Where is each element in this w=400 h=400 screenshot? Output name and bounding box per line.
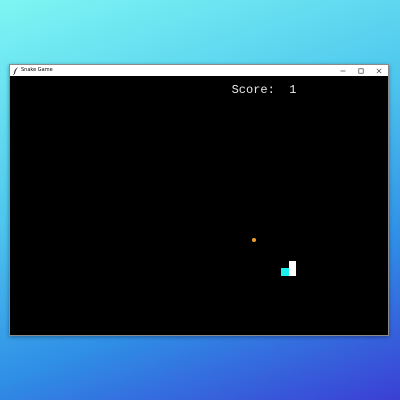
window-title: Snake Game — [21, 67, 53, 73]
snake-tail-segment — [289, 268, 296, 276]
minimize-icon — [340, 70, 346, 71]
maximize-button[interactable] — [352, 65, 370, 76]
minimize-button[interactable] — [334, 65, 352, 76]
snake-game-window: Snake Game Score: 1 — [9, 64, 389, 336]
food-pellet — [252, 238, 256, 242]
snake-body-segment — [281, 268, 289, 276]
close-button[interactable] — [370, 65, 388, 76]
desktop: { "window": { "title": "Snake Game", "ic… — [0, 0, 400, 400]
title-bar[interactable]: Snake Game — [10, 65, 388, 76]
window-controls — [334, 65, 388, 76]
maximize-icon — [358, 68, 364, 74]
score-display: Score: 1 — [231, 83, 297, 97]
game-canvas[interactable]: Score: 1 — [10, 76, 388, 335]
feather-icon — [12, 66, 20, 75]
close-icon — [376, 68, 382, 73]
